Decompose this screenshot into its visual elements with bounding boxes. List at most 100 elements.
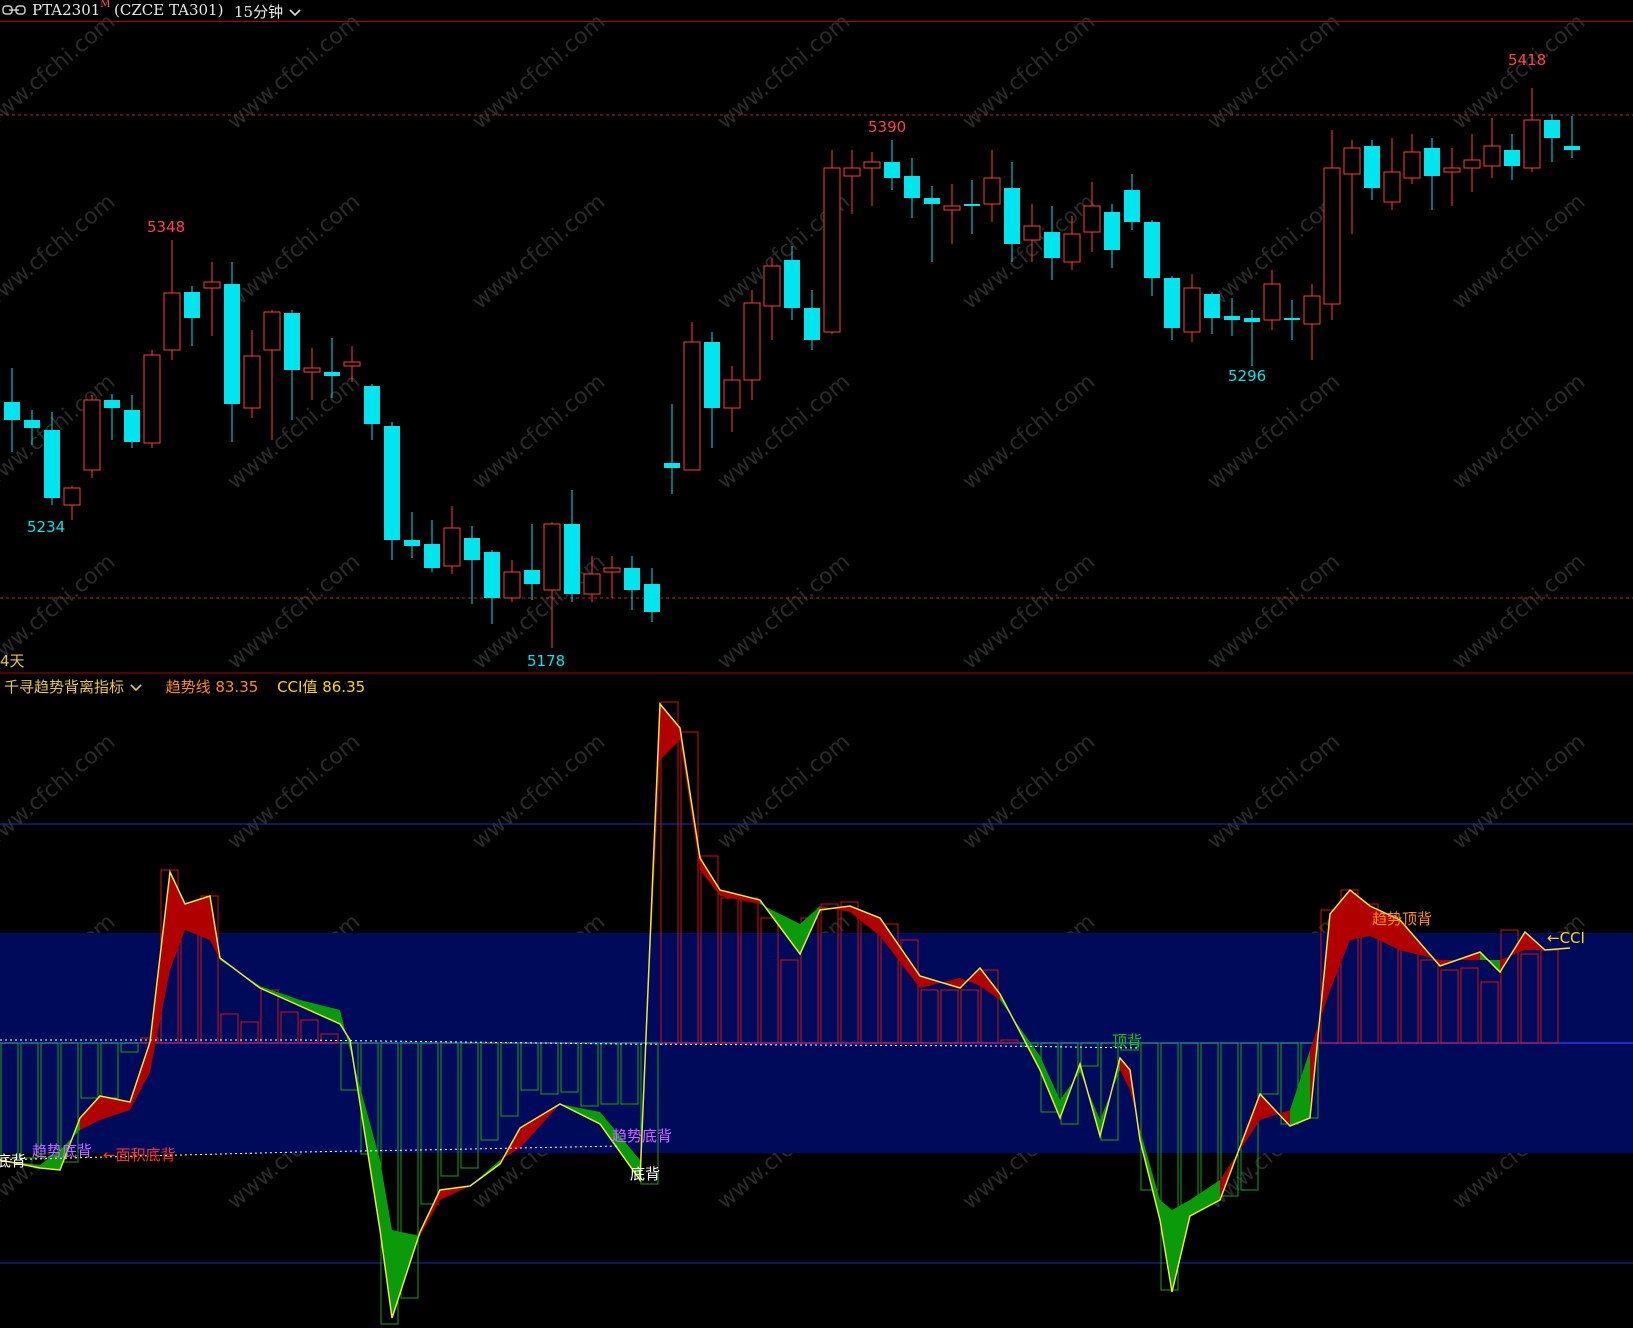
watermark-text: www.cfchi.com [223,549,365,674]
candle [983,150,1001,222]
signal-label: 趋势底背 [612,1127,673,1145]
price-low-label: 5234 [27,518,66,536]
candle [163,240,181,360]
candle [1164,276,1180,340]
cci-band-lower [0,1043,1633,1153]
candle [1443,148,1461,206]
price-low-label: 5296 [1228,367,1267,385]
watermark-text: www.cfchi.com [958,549,1100,674]
candle [143,350,161,448]
candle [1323,130,1341,320]
candle [1383,138,1401,210]
candle [1564,116,1580,158]
indicator-header: 千寻趋势背离指标 趋势线 83.35 CCI值 86.35 [4,676,365,697]
candle [723,366,741,432]
indicator-selector[interactable]: 千寻趋势背离指标 [4,678,148,696]
price-high-label: 5390 [868,118,907,136]
cci-value: CCI值 86.35 [277,678,366,696]
watermark-text: www.cfchi.com [0,9,120,134]
candle [823,150,841,334]
ribbon-segment [660,704,680,760]
watermark-text: www.cfchi.com [223,9,365,134]
signal-label: 趋势底背 [32,1142,93,1160]
candle [83,395,101,478]
candle [624,556,640,610]
candle [303,348,321,400]
candle [1463,134,1481,192]
symbol-text: PTA2301 [32,1,101,19]
candle [124,395,140,448]
watermark-text: www.cfchi.com [0,189,120,314]
candle [603,556,621,598]
candle [763,258,781,340]
candle [104,394,120,440]
watermark-text: www.cfchi.com [1448,729,1590,854]
candle [503,560,521,602]
watermark-text: www.cfchi.com [1448,369,1590,494]
candle [443,506,461,574]
watermark-text: www.cfchi.com [1203,9,1345,134]
trend-value: 趋势线 83.35 [165,678,259,696]
candle [464,526,480,604]
cci-band-upper [0,933,1633,1043]
candle [1124,174,1140,230]
watermark-text: www.cfchi.com [1203,549,1345,674]
signal-label: 趋势顶背 [1372,910,1433,928]
watermark-text: www.cfchi.com [468,189,610,314]
period-text: 15分钟 [234,3,284,21]
candle [1303,284,1321,360]
watermark-text: www.cfchi.com [713,729,855,854]
candle [683,322,701,471]
candle [1523,88,1541,172]
period-selector[interactable]: 15分钟 [234,1,302,22]
watermark-text: www.cfchi.com [0,729,120,854]
watermark-text: www.cfchi.com [1203,369,1345,494]
price-low-label: 5178 [527,652,566,670]
watermark-text: www.cfchi.com [468,369,610,494]
candle [943,184,961,244]
symbol-label[interactable]: PTA2301M [32,0,111,19]
candle [1263,270,1281,330]
candle [964,180,980,234]
candle [63,486,81,520]
watermark-text: www.cfchi.com [713,9,855,134]
watermark-text: www.cfchi.com [223,189,365,314]
signal-label: 底背 [0,1152,27,1170]
candle [743,290,761,400]
candle [203,262,221,336]
candle [1204,292,1220,334]
watermark-text: www.cfchi.com [1448,9,1590,134]
bar-count-note: 4天 [0,652,25,670]
candle [924,186,940,262]
candle [884,140,900,190]
watermark-text: www.cfchi.com [958,729,1100,854]
link-icon[interactable] [2,3,26,17]
candle [904,158,920,218]
candle [4,368,20,452]
signal-label: 顶背 [1112,1032,1143,1050]
candle [1403,134,1421,184]
indicator-pane [0,701,1633,1325]
candle [263,310,281,440]
candle [1183,274,1201,342]
watermark-text: www.cfchi.com [0,369,120,494]
candle [543,522,561,648]
watermark-text: www.cfchi.com [713,549,855,674]
candle [424,520,440,572]
candle [1504,134,1520,180]
chevron-down-icon [289,9,301,17]
candle [664,404,680,494]
watermark-text: www.cfchi.com [1448,189,1590,314]
candle [1284,300,1300,340]
candle [484,550,500,624]
candle [184,286,200,346]
watermark-text: www.cfchi.com [468,9,610,134]
exchange-code: (CZCE TA301) [114,1,224,19]
candle [224,262,240,442]
price-high-label: 5348 [147,218,186,236]
candle [1343,140,1361,234]
candle [404,512,420,558]
main-contract-marker: M [100,0,111,10]
candle [804,290,820,350]
chart-canvas[interactable]: www.cfchi.com www.cfchi.com www.cfchi.com w… [0,0,1633,1328]
